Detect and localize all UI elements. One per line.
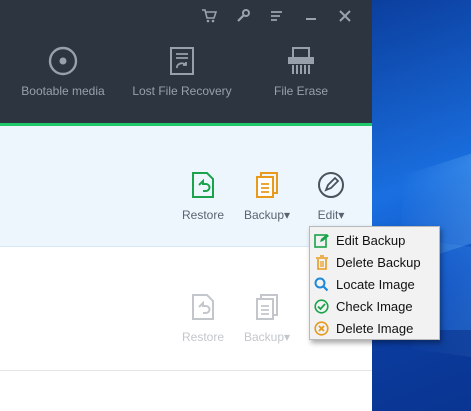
menu-item-delete-image[interactable]: Delete Image	[310, 317, 439, 339]
check-circle-icon	[313, 298, 330, 315]
app-window: Bootable media Lost File Recovery File E…	[0, 0, 372, 411]
minimize-icon[interactable]	[294, 6, 328, 26]
magnifier-icon	[313, 276, 330, 293]
menu-icon[interactable]	[260, 6, 294, 26]
backup-button[interactable]: Backup▾	[239, 170, 295, 222]
disc-icon	[3, 44, 123, 78]
toolbar: Bootable media Lost File Recovery File E…	[0, 44, 372, 114]
menu-item-label: Delete Image	[336, 320, 414, 336]
menu-item-locate-image[interactable]: Locate Image	[310, 273, 439, 295]
menu-item-label: Check Image	[336, 298, 413, 314]
toolbar-lost-file-recovery[interactable]: Lost File Recovery	[122, 44, 242, 98]
menu-item-delete-backup[interactable]: Delete Backup	[310, 251, 439, 273]
backup-label: Backup▾	[243, 330, 291, 344]
restore-label: Restore	[181, 208, 225, 222]
toolbar-file-erase[interactable]: File Erase	[241, 44, 361, 98]
backup-icon	[239, 170, 295, 200]
edit-context-menu: Edit Backup Delete Backup Locate Image C…	[309, 226, 440, 340]
toolbar-label: File Erase	[273, 84, 329, 98]
file-recovery-icon	[122, 44, 242, 78]
menu-item-label: Edit Backup	[336, 232, 406, 248]
title-controls	[192, 6, 362, 26]
restore-button[interactable]: Restore	[178, 292, 228, 344]
desktop-wallpaper	[372, 0, 471, 411]
x-circle-icon	[313, 320, 330, 337]
restore-icon	[178, 292, 228, 322]
toolbar-label: Lost File Recovery	[132, 84, 232, 98]
backup-icon	[239, 292, 295, 322]
backup-label: Backup▾	[243, 208, 291, 222]
cart-icon[interactable]	[192, 6, 226, 26]
restore-icon	[178, 170, 228, 200]
title-bar: Bootable media Lost File Recovery File E…	[0, 0, 372, 123]
wrench-icon[interactable]	[226, 6, 260, 26]
edit-label: Edit▾	[317, 208, 345, 222]
edit-button[interactable]: Edit▾	[308, 170, 354, 222]
restore-button[interactable]: Restore	[178, 170, 228, 222]
close-icon[interactable]	[328, 6, 362, 26]
pencil-circle-icon	[308, 170, 354, 200]
toolbar-bootable-media[interactable]: Bootable media	[3, 44, 123, 98]
trash-icon	[313, 254, 330, 271]
restore-label: Restore	[181, 330, 225, 344]
edit-icon	[313, 232, 330, 249]
menu-item-check-image[interactable]: Check Image	[310, 295, 439, 317]
toolbar-label: Bootable media	[21, 84, 105, 98]
menu-item-label: Delete Backup	[336, 254, 421, 270]
menu-item-edit-backup[interactable]: Edit Backup	[310, 229, 439, 251]
backup-button[interactable]: Backup▾	[239, 292, 295, 344]
shredder-icon	[241, 44, 361, 78]
menu-item-label: Locate Image	[336, 276, 415, 292]
